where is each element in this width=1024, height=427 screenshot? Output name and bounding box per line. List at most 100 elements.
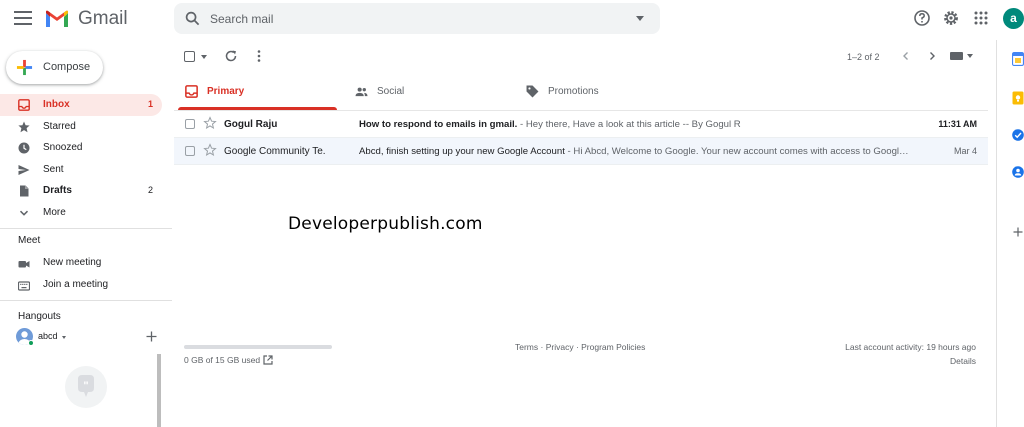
hangouts-placeholder: ": [65, 366, 107, 408]
nav-item-inbox[interactable]: Inbox 1: [0, 94, 162, 116]
top-bar: Gmail a: [0, 0, 1024, 40]
new-conversation-plus-icon[interactable]: [146, 331, 157, 342]
tab-label-primary: Primary: [207, 86, 245, 97]
link-separator: ·: [573, 342, 582, 352]
main-menu-icon[interactable]: [14, 11, 32, 25]
email-time: Mar 4: [953, 146, 977, 156]
email-snippet: - Hi Abcd, Welcome to Google. Your new a…: [564, 146, 909, 157]
sidebar-divider: [0, 228, 172, 229]
nav-label-inbox: Inbox: [43, 99, 70, 110]
email-preview: Abcd, finish setting up your new Google …: [359, 146, 919, 157]
nav-item-sent[interactable]: Sent: [0, 159, 162, 181]
input-tools-dropdown-icon[interactable]: [967, 54, 973, 58]
privacy-link[interactable]: Privacy: [546, 342, 574, 352]
sidebar-divider: [0, 300, 172, 301]
link-separator: ·: [538, 342, 546, 352]
more-options-icon[interactable]: [252, 49, 266, 63]
compose-label: Compose: [43, 61, 91, 73]
nav-item-starred[interactable]: Starred: [0, 116, 162, 138]
search-options-icon[interactable]: [636, 16, 644, 21]
search-bar[interactable]: [174, 3, 660, 34]
settings-gear-icon[interactable]: [942, 9, 960, 27]
folder-nav: Inbox 1 Starred Snoozed Sent Drafts 2 Mo…: [0, 94, 162, 224]
video-camera-icon: [18, 261, 30, 268]
program-policies-link[interactable]: Program Policies: [581, 342, 645, 352]
side-panel-divider: [996, 40, 997, 427]
nav-label-more: More: [43, 206, 66, 218]
star-outline-icon[interactable]: [203, 116, 217, 130]
tab-label-promotions: Promotions: [548, 86, 599, 97]
new-meeting-label: New meeting: [43, 257, 102, 268]
input-tools-icon[interactable]: [950, 52, 963, 60]
draft-icon: [20, 185, 29, 197]
star-icon: [18, 121, 30, 132]
compose-plus-icon: [16, 59, 33, 76]
search-input[interactable]: [210, 9, 610, 28]
side-panel: [1000, 40, 1024, 427]
tag-icon: [526, 85, 539, 98]
email-checkbox[interactable]: [185, 146, 195, 156]
storage-text: 0 GB of 15 GB used: [184, 355, 261, 365]
select-options-icon[interactable]: [201, 55, 207, 59]
calendar-icon[interactable]: [1012, 52, 1024, 66]
email-checkbox[interactable]: [185, 119, 195, 129]
email-sender: Gogul Raju: [224, 119, 278, 130]
chevron-right-icon[interactable]: [927, 51, 937, 61]
inbox-icon: [18, 99, 30, 111]
email-sender: Google Community Te.: [224, 146, 326, 157]
nav-item-more[interactable]: More: [0, 202, 162, 224]
sidebar-scrollbar[interactable]: [157, 354, 161, 427]
new-meeting-button[interactable]: New meeting: [0, 253, 162, 274]
join-meeting-button[interactable]: Join a meeting: [0, 275, 162, 296]
contacts-icon[interactable]: [1012, 165, 1024, 179]
inbox-unread-count: 1: [147, 99, 153, 109]
tasks-icon[interactable]: [1012, 128, 1024, 142]
svg-text:": ": [83, 380, 88, 392]
meet-section-title: Meet: [18, 235, 41, 246]
chevron-down-icon: [19, 210, 29, 216]
gmail-logo-icon[interactable]: [44, 9, 70, 29]
drafts-count: 2: [147, 185, 153, 196]
mail-toolbar: 1–2 of 2: [174, 40, 988, 72]
keyboard-icon: [18, 281, 30, 291]
email-subject: Abcd, finish setting up your new Google …: [359, 146, 565, 157]
nav-label-starred: Starred: [43, 120, 76, 132]
app-name: Gmail: [78, 8, 128, 29]
online-status-dot: [28, 340, 34, 346]
star-outline-icon[interactable]: [203, 143, 217, 157]
join-meeting-label: Join a meeting: [43, 279, 109, 290]
nav-item-drafts[interactable]: Drafts 2: [0, 180, 162, 202]
storage-usage-bar: [184, 345, 332, 349]
nav-item-snoozed[interactable]: Snoozed: [0, 137, 162, 159]
terms-link[interactable]: Terms: [515, 342, 538, 352]
apps-grid-icon[interactable]: [972, 9, 990, 27]
select-all-checkbox[interactable]: [184, 51, 195, 62]
hangouts-section-title: Hangouts: [18, 311, 61, 322]
email-row[interactable]: Gogul Raju How to respond to emails in g…: [174, 111, 988, 138]
email-preview: How to respond to emails in gmail. - Hey…: [359, 119, 919, 130]
help-icon[interactable]: [913, 9, 931, 27]
email-snippet: - Hey there, Have a look at this article…: [517, 119, 741, 130]
email-row[interactable]: Google Community Te. Abcd, finish settin…: [174, 138, 988, 165]
hangouts-quote-icon: ": [78, 375, 94, 397]
details-link[interactable]: Details: [950, 356, 976, 366]
chevron-left-icon[interactable]: [901, 51, 911, 61]
open-in-new-icon[interactable]: [263, 355, 273, 365]
compose-button[interactable]: Compose: [6, 51, 103, 84]
account-avatar[interactable]: a: [1003, 8, 1024, 29]
email-subject: How to respond to emails in gmail.: [359, 119, 518, 130]
watermark-text: Developerpublish.com: [288, 214, 483, 234]
hangouts-user[interactable]: abcd: [16, 327, 156, 347]
tab-social[interactable]: Social: [344, 73, 509, 110]
tab-primary[interactable]: Primary: [174, 73, 337, 110]
search-icon[interactable]: [185, 11, 200, 26]
keep-notes-icon[interactable]: [1012, 91, 1024, 105]
get-addons-plus-icon[interactable]: [1013, 227, 1023, 237]
tab-label-social: Social: [377, 86, 405, 97]
category-tabs: Primary Social Promotions: [174, 73, 988, 111]
send-icon: [18, 164, 30, 175]
status-dropdown-icon[interactable]: [62, 336, 66, 339]
tab-promotions[interactable]: Promotions: [515, 73, 680, 110]
refresh-icon[interactable]: [224, 49, 238, 63]
nav-label-snoozed: Snoozed: [43, 142, 83, 154]
